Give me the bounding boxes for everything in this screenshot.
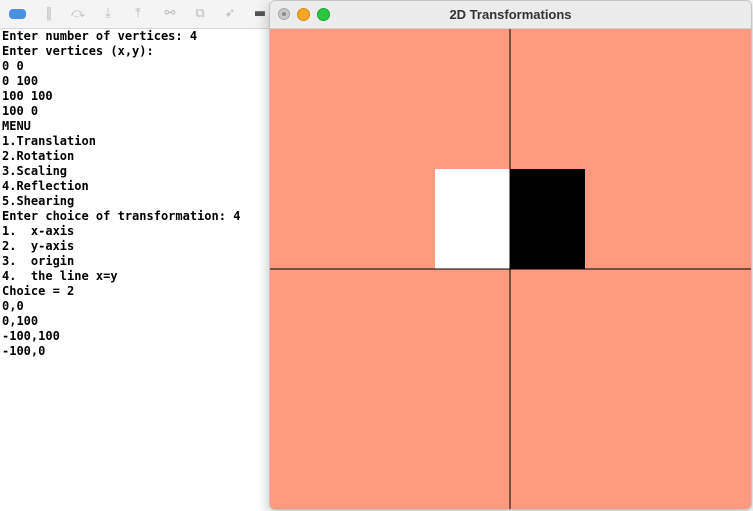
drawing-canvas [270,29,751,509]
view-hierarchy-icon[interactable]: ⧉ [192,6,208,22]
pause-icon[interactable]: ‖ [41,6,57,22]
console-line: MENU [2,119,31,133]
console-line: Enter vertices (x,y): [2,44,154,58]
console-line: 3. origin [2,254,75,268]
debug-toolbar: ‖ ⤼ ⤓ ⤒ ⚯ ⧉ ➶ ▬ [0,0,270,29]
reflected-square [435,169,510,269]
console-line: 0 0 [2,59,24,73]
console-line: 4.Reflection [2,179,89,193]
console-line: 2.Rotation [2,149,75,163]
original-square [510,169,585,269]
console-line: 100 100 [2,89,53,103]
console-line: Enter number of vertices: 4 [2,29,198,43]
console-line: Choice = 2 [2,284,75,298]
console-output: Enter number of vertices: 4 Enter vertice… [2,29,267,359]
console-line: -100,0 [2,344,46,358]
console-icon[interactable]: ▬ [252,6,268,22]
window-titlebar: 2D Transformations [270,1,751,29]
console-line: 4. the line x=y [2,269,118,283]
console-line: 1.Translation [2,134,96,148]
location-icon[interactable]: ➶ [222,6,238,22]
window-title: 2D Transformations [449,7,572,22]
transformations-window: 2D Transformations [269,0,752,510]
console-line: -100,100 [2,329,60,343]
console-line: 0 100 [2,74,39,88]
debug-memory-graph-icon[interactable]: ⚯ [162,6,178,22]
console-line: 2. y-axis [2,239,75,253]
console-line: 100 0 [2,104,39,118]
step-over-icon[interactable]: ⤼ [70,6,86,22]
drawing-surface [270,29,751,509]
console-line: 5.Shearing [2,194,75,208]
console-line: 1. x-axis [2,224,75,238]
console-line: 0,100 [2,314,39,328]
step-into-icon[interactable]: ⤓ [100,6,116,22]
console-line: 0,0 [2,299,24,313]
breakpoint-toggle-icon[interactable] [9,9,26,19]
console-line: 3.Scaling [2,164,68,178]
step-out-icon[interactable]: ⤒ [130,6,146,22]
console-line: Enter choice of transformation: 4 [2,209,241,223]
